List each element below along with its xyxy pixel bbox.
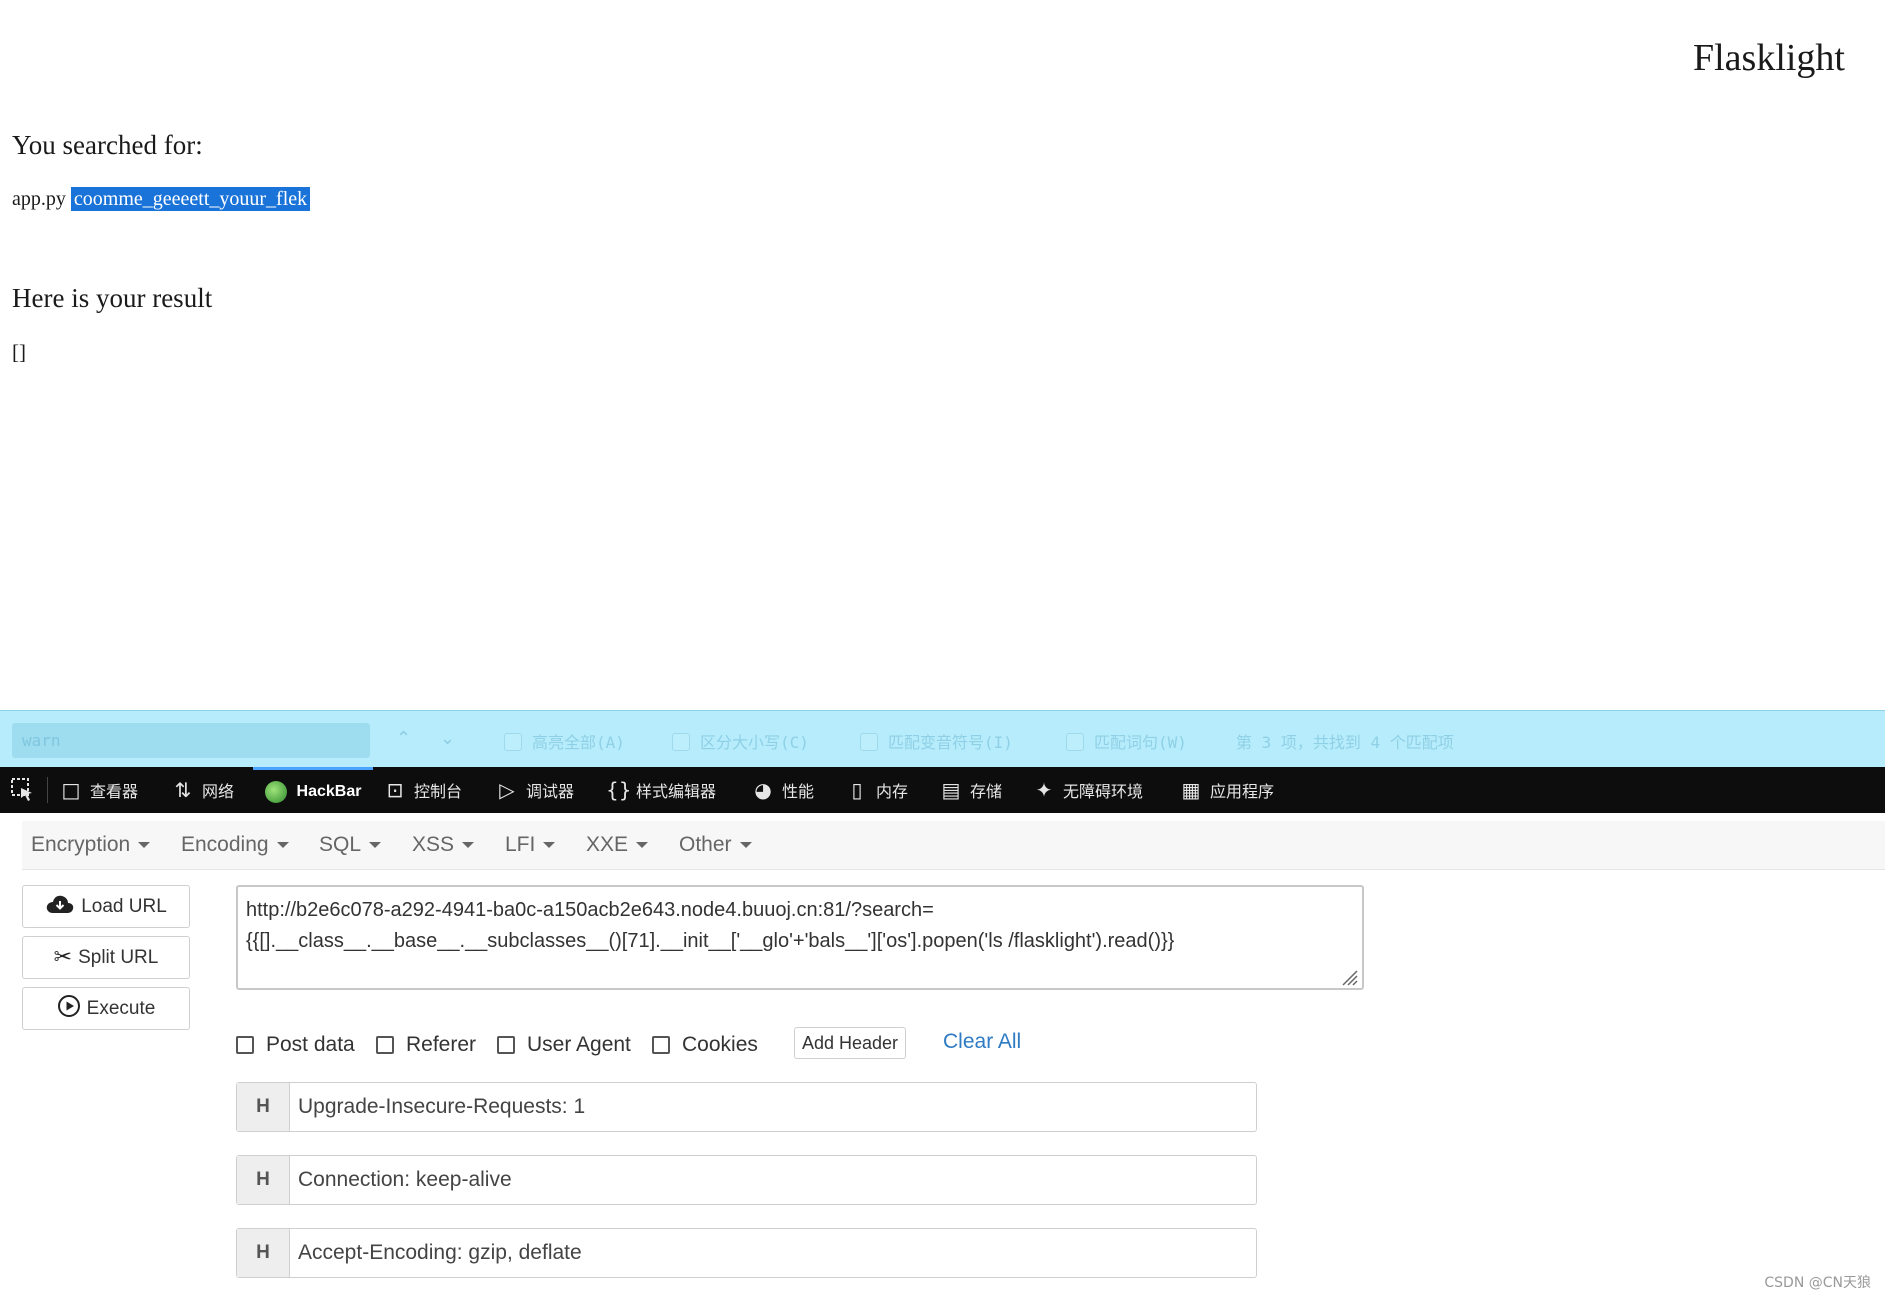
post-data-checkbox[interactable]: Post data — [236, 1030, 355, 1060]
menu-encryption[interactable]: Encryption — [31, 821, 151, 869]
referer-checkbox[interactable]: Referer — [376, 1030, 476, 1060]
match-diacritics-option[interactable]: 匹配变音符号(I) — [860, 729, 1013, 753]
match-case-option[interactable]: 区分大小写(C) — [672, 729, 809, 753]
hackbar-menu-bar: Encryption Encoding SQL XSS LFI XXE Othe… — [22, 821, 1885, 870]
searched-heading: You searched for: — [12, 130, 203, 160]
find-bar: ⌃ ⌄ 高亮全部(A) 区分大小写(C) 匹配变音符号(I) 匹配词句(W) 第… — [0, 710, 1885, 768]
tab-network[interactable]: ⇅ 网络 — [172, 767, 234, 813]
chevron-down-icon — [369, 842, 382, 849]
find-status: 第 3 项，共找到 4 个匹配项 — [1236, 733, 1454, 752]
memory-icon: ▯ — [851, 778, 863, 802]
debugger-icon: ▷ — [499, 778, 515, 802]
menu-xxe[interactable]: XXE — [586, 821, 649, 869]
search-highlight: coomme_geeeett_youur_flek — [70, 187, 311, 211]
tab-application[interactable]: ▦ 应用程序 — [1180, 767, 1274, 813]
site-title: Flasklight — [1692, 37, 1845, 79]
chevron-down-icon — [636, 842, 649, 849]
header-tag: H — [237, 1083, 290, 1131]
result-heading: Here is your result — [12, 283, 213, 313]
load-url-button[interactable]: Load URL — [22, 885, 190, 928]
header-value-input[interactable]: Accept-Encoding: gzip, deflate — [290, 1229, 1256, 1277]
tab-hackbar[interactable]: HackBar — [253, 767, 373, 813]
tab-style-editor[interactable]: {} 样式编辑器 — [606, 767, 716, 813]
cookies-checkbox[interactable]: Cookies — [652, 1030, 758, 1060]
header-row: H Connection: keep-alive — [236, 1155, 1257, 1205]
inspector-icon: □ — [61, 778, 81, 802]
url-textarea[interactable]: http://b2e6c078-a292-4941-ba0c-a150acb2e… — [236, 885, 1364, 990]
menu-encoding[interactable]: Encoding — [181, 821, 289, 869]
user-agent-checkbox[interactable]: User Agent — [497, 1030, 631, 1060]
accessibility-icon: ✦ — [1035, 778, 1053, 802]
menu-lfi[interactable]: LFI — [505, 821, 556, 869]
element-picker-icon[interactable] — [10, 767, 36, 813]
hackbar-icon — [264, 780, 287, 803]
storage-icon: ▤ — [941, 778, 961, 802]
header-row: H Upgrade-Insecure-Requests: 1 — [236, 1082, 1257, 1132]
style-editor-icon: {} — [606, 778, 632, 802]
execute-button[interactable]: Execute — [22, 987, 190, 1030]
header-tag: H — [237, 1229, 290, 1277]
clear-all-link[interactable]: Clear All — [943, 1030, 1021, 1054]
tab-console[interactable]: ⊡ 控制台 — [384, 767, 462, 813]
chevron-down-icon — [276, 842, 289, 849]
header-value-input[interactable]: Upgrade-Insecure-Requests: 1 — [290, 1083, 1256, 1131]
hackbar-panel: Encryption Encoding SQL XSS LFI XXE Othe… — [0, 813, 1885, 1300]
header-value-input[interactable]: Connection: keep-alive — [290, 1156, 1256, 1204]
play-circle-icon — [57, 994, 81, 1024]
highlight-all-option[interactable]: 高亮全部(A) — [504, 729, 625, 753]
find-next-icon[interactable]: ⌄ — [440, 728, 455, 749]
tab-memory[interactable]: ▯ 内存 — [846, 767, 908, 813]
tab-debugger[interactable]: ▷ 调试器 — [496, 767, 574, 813]
split-url-button[interactable]: ✂ Split URL — [22, 936, 190, 979]
menu-xss[interactable]: XSS — [412, 821, 475, 869]
tab-performance[interactable]: ◕ 性能 — [752, 767, 814, 813]
header-tag: H — [237, 1156, 290, 1204]
add-header-button[interactable]: Add Header — [794, 1027, 906, 1059]
tab-inspector[interactable]: □ 查看器 — [60, 767, 138, 813]
header-row: H Accept-Encoding: gzip, deflate — [236, 1228, 1257, 1278]
result-value: [] — [12, 340, 26, 364]
chevron-down-icon — [138, 842, 151, 849]
performance-icon: ◕ — [754, 778, 772, 802]
menu-other[interactable]: Other — [679, 821, 752, 869]
chevron-down-icon — [543, 842, 556, 849]
menu-sql[interactable]: SQL — [319, 821, 382, 869]
cloud-download-icon — [45, 893, 75, 921]
search-prefix: app.py — [12, 188, 66, 210]
whole-words-option[interactable]: 匹配词句(W) — [1066, 729, 1187, 753]
watermark: CSDN @CN天狼 — [1764, 1275, 1871, 1291]
tab-accessibility[interactable]: ✦ 无障碍环境 — [1033, 767, 1143, 813]
find-input[interactable] — [12, 723, 370, 758]
find-previous-icon[interactable]: ⌃ — [396, 728, 411, 749]
scissors-icon: ✂ — [53, 945, 73, 970]
devtools-toolbar: □ 查看器 ⇅ 网络 HackBar ⊡ 控制台 ▷ 调试器 {} 样式编辑器 ◕ 性能 ▯… — [0, 767, 1885, 813]
search-line: app.py coomme_geeeett_youur_flek — [12, 187, 311, 211]
chevron-down-icon — [462, 842, 475, 849]
chevron-down-icon — [739, 842, 752, 849]
application-icon: ▦ — [1181, 778, 1201, 802]
network-icon: ⇅ — [174, 778, 192, 802]
resize-grip-icon[interactable] — [1340, 968, 1358, 986]
console-icon: ⊡ — [386, 778, 404, 802]
tab-storage[interactable]: ▤ 存储 — [940, 767, 1002, 813]
